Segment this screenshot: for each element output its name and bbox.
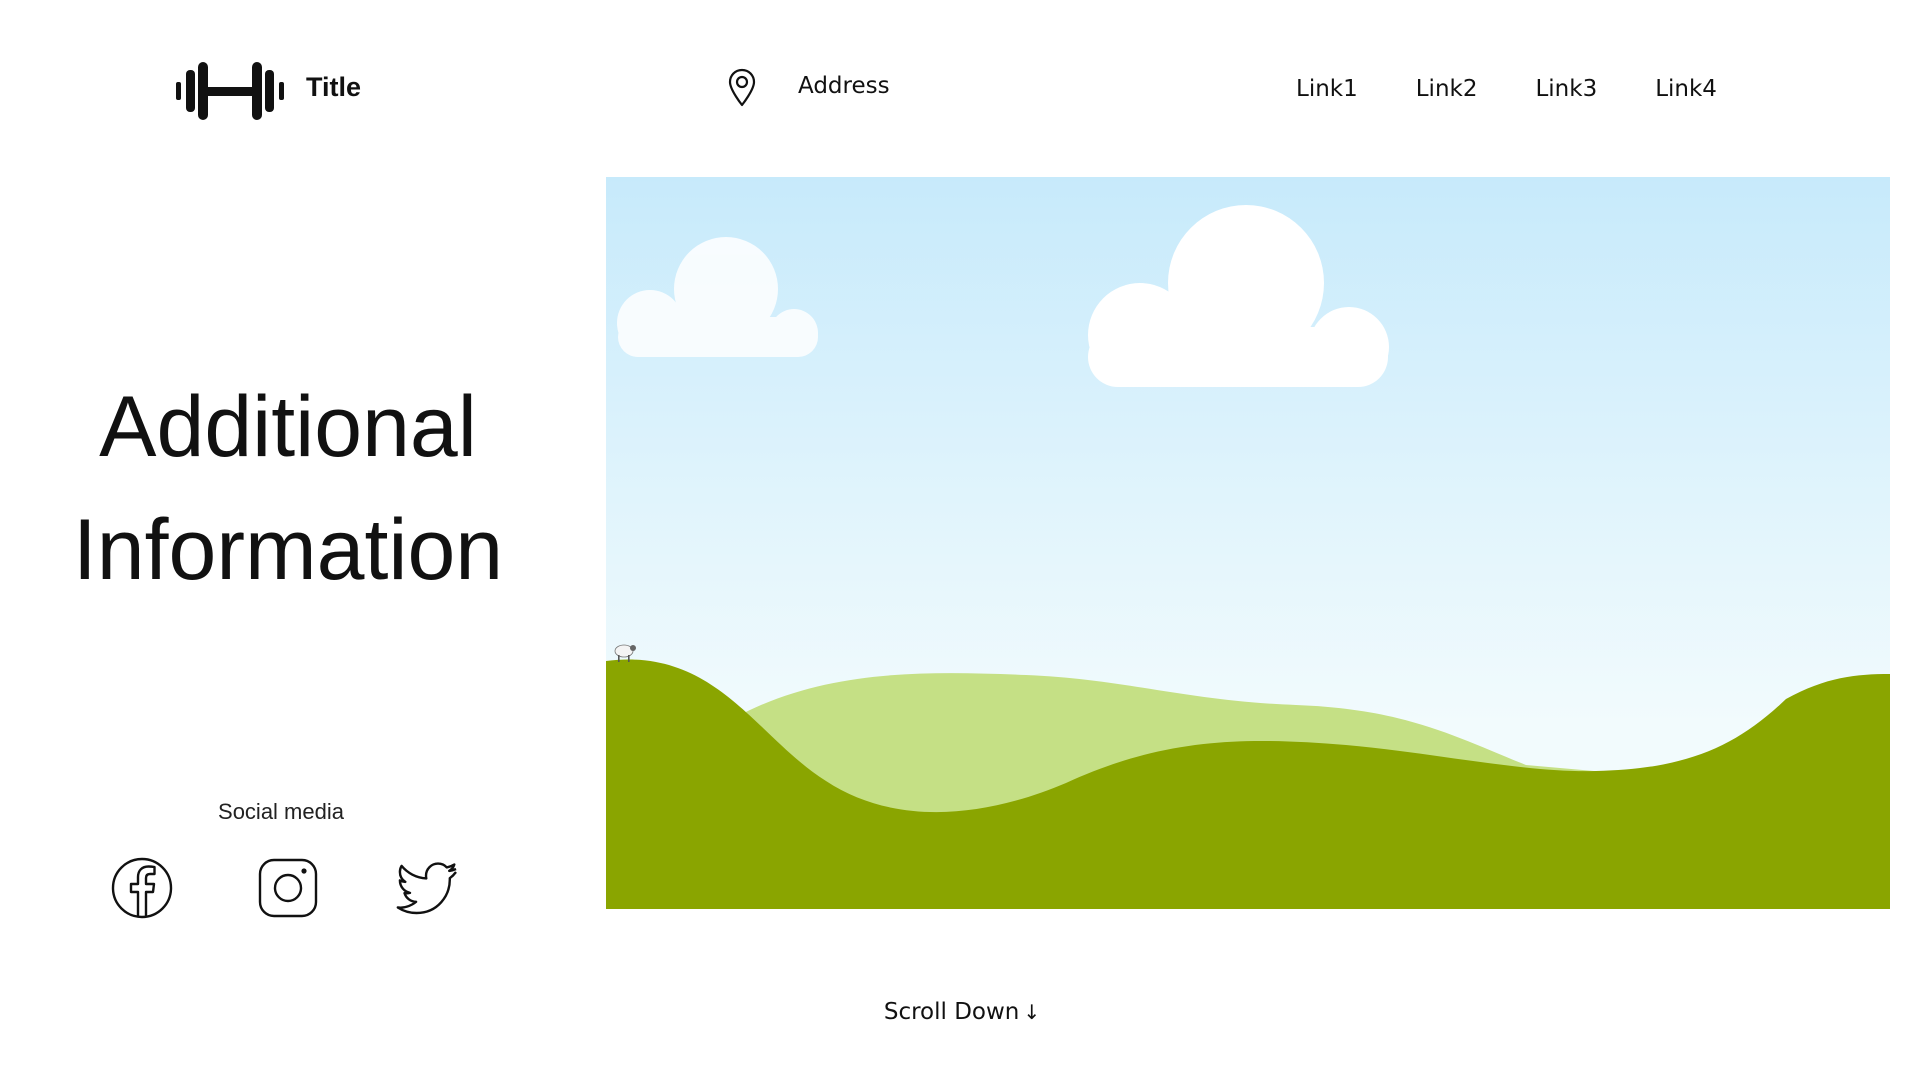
headline: Additional Information — [0, 366, 576, 612]
nav-link-3[interactable]: Link3 — [1535, 76, 1597, 102]
dumbbell-icon — [176, 60, 284, 122]
nav-link-2[interactable]: Link2 — [1416, 76, 1478, 102]
social-media-label: Social media — [218, 799, 344, 824]
map-pin-icon — [728, 68, 756, 108]
facebook-icon[interactable] — [110, 856, 174, 920]
brand-title: Title — [306, 71, 362, 102]
twitter-icon[interactable] — [396, 856, 460, 920]
landscape-illustration — [606, 177, 1890, 909]
nav-link-1[interactable]: Link1 — [1296, 76, 1358, 102]
scroll-down-label: Scroll Down — [883, 999, 1020, 1025]
address[interactable]: Address — [728, 68, 890, 108]
arrow-down-icon: ↓ — [1023, 1000, 1041, 1024]
scroll-down-button[interactable]: Scroll Down ↓ — [0, 999, 1920, 1025]
address-text: Address — [798, 73, 890, 99]
page: Title Address Link1 Link2 Link3 Link4 Ad… — [0, 0, 1920, 1080]
brand[interactable]: Title — [176, 60, 361, 122]
headline-line-2: Information — [72, 502, 504, 598]
headline-line-1: Additional — [99, 379, 477, 475]
hero-image — [606, 177, 1890, 909]
instagram-icon[interactable] — [256, 856, 320, 920]
main-nav: Link1 Link2 Link3 Link4 — [1296, 76, 1717, 102]
nav-link-4[interactable]: Link4 — [1655, 76, 1717, 102]
